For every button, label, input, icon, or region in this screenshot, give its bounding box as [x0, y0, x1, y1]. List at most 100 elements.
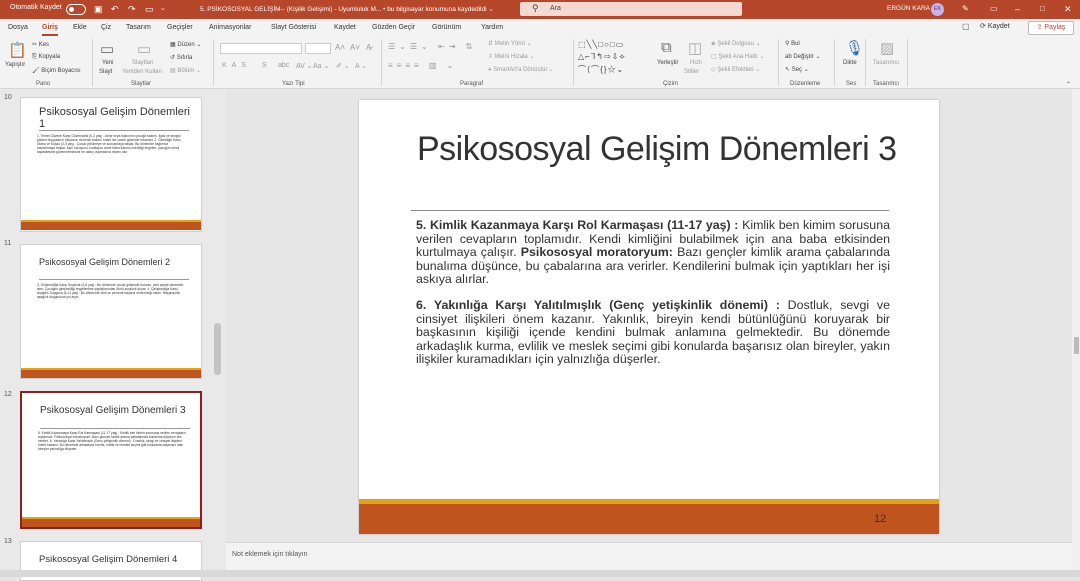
arrange-label[interactable]: Yerleştir: [657, 60, 678, 66]
ribbon-display-icon[interactable]: ▭: [990, 4, 998, 14]
copy-label: Kopyala: [38, 54, 61, 60]
shape-outline-button[interactable]: ▢ Şekil Ana Hattı ⌄: [711, 53, 764, 60]
slide-thumbnail-12[interactable]: Psikososyal Gelişim Dönemleri 3 5. Kimli…: [20, 391, 202, 529]
quick-styles-label-2[interactable]: Stiller: [684, 69, 699, 75]
align-text-button[interactable]: ⇳ Metni Hizala ⌄: [488, 53, 534, 60]
section-button[interactable]: ▤ Bölüm ⌄: [170, 67, 201, 74]
designer-icon[interactable]: ▨: [880, 39, 894, 57]
layout-button[interactable]: ▦ Düzen ⌄: [170, 41, 201, 48]
font-color-icon[interactable]: A ⌄: [355, 62, 367, 70]
tab-draw[interactable]: Çiz: [101, 24, 111, 31]
redo-icon[interactable]: ↷: [128, 4, 136, 14]
paragraph-intimacy[interactable]: 6. Yakınlığa Karşı Yalıtılmışlık (Genç y…: [416, 298, 890, 367]
shape-outline-label: Şekil Ana Hattı: [718, 54, 758, 60]
tab-animations[interactable]: Animasyonlar: [209, 24, 251, 31]
search-box[interactable]: ⚲ Ara: [520, 2, 742, 16]
quick-styles-label-1[interactable]: Hızlı: [690, 60, 702, 66]
customize-toolbar-icon[interactable]: ⌄: [160, 4, 166, 14]
cut-button[interactable]: ✂ Kes: [32, 41, 49, 48]
paragraph-identity[interactable]: 5. Kimlik Kazanmaya Karşı Rol Karmaşası …: [416, 218, 890, 287]
shapes-gallery-row1[interactable]: ⬚╲╲□○□▭: [578, 40, 624, 49]
pen-icon[interactable]: ✎: [962, 4, 969, 14]
maximize-icon[interactable]: □: [1040, 4, 1045, 14]
comments-icon[interactable]: ▢: [962, 22, 970, 32]
tab-record[interactable]: Kaydet: [334, 24, 356, 31]
thumbnail-divider: [39, 130, 189, 131]
align-icons[interactable]: ≡≡≡≡ ▥ ⌄: [388, 61, 457, 70]
reuse-slides-icon[interactable]: ▭: [137, 40, 151, 58]
new-slide-icon[interactable]: ▭: [100, 40, 114, 58]
replace-button[interactable]: ab Değiştir ⌄: [785, 53, 820, 60]
autosave-toggle[interactable]: [66, 4, 86, 15]
status-bar: [0, 570, 1080, 577]
layout-label: Düzen: [177, 42, 195, 48]
shape-fill-button[interactable]: ◈ Şekil Dolgusu ⌄: [711, 40, 761, 47]
editor-scrollbar-thumb[interactable]: [1074, 337, 1079, 354]
tab-view[interactable]: Görünüm: [432, 24, 461, 31]
slide-number: 11: [4, 240, 12, 247]
thumbnail-scrollbar[interactable]: [214, 323, 221, 375]
strikethrough-icon[interactable]: abc: [278, 62, 289, 69]
tab-review[interactable]: Gözden Geçir: [372, 24, 415, 31]
user-name[interactable]: ERGÜN KARA: [887, 5, 930, 12]
designer-label[interactable]: Tasarımcı: [873, 60, 899, 66]
smartart-button[interactable]: ⚹ SmartArt'a Dönüştür ⌄: [488, 67, 552, 74]
tab-transitions[interactable]: Geçişler: [167, 24, 193, 31]
close-icon[interactable]: ✕: [1064, 4, 1072, 14]
paste-icon[interactable]: 📋: [8, 41, 27, 59]
char-spacing-icon[interactable]: AV ⌄: [296, 62, 313, 70]
slideshow-icon[interactable]: ▭: [145, 4, 154, 14]
thumbnail-body: 1. Temel Güvene Karşı Güvensizlik (0-2 y…: [37, 134, 181, 155]
quick-styles-icon[interactable]: ◫: [688, 39, 702, 57]
reset-button[interactable]: ↺ Sıfırla: [170, 54, 192, 61]
tab-insert[interactable]: Ekle: [73, 24, 87, 31]
save-button[interactable]: ⟳ Kaydet: [980, 22, 1010, 30]
font-style-icons[interactable]: KAS: [222, 62, 251, 69]
notes-pane[interactable]: Not eklemek için tıklayın: [226, 542, 1072, 570]
new-slide-label-2[interactable]: Slayt: [99, 69, 112, 75]
thumbnail-divider: [39, 279, 189, 280]
change-case-icon[interactable]: Aa ⌄: [313, 62, 329, 70]
copy-button[interactable]: ⎘ Kopyala: [32, 54, 60, 61]
arrange-icon[interactable]: ⧉: [661, 39, 672, 56]
undo-icon[interactable]: ↶: [111, 4, 119, 14]
font-size-box[interactable]: [305, 43, 331, 54]
collapse-ribbon-icon[interactable]: ⌃: [1066, 81, 1071, 88]
slide-thumbnail-10[interactable]: Psikososyal Gelişim Dönemleri 1 1. Temel…: [20, 97, 202, 232]
tab-home[interactable]: Giriş: [42, 24, 58, 36]
slide-canvas[interactable]: Psikososyal Gelişim Dönemleri 3 5. Kimli…: [359, 100, 939, 534]
font-name-box[interactable]: [220, 43, 302, 54]
editor-scrollbar[interactable]: [1072, 89, 1080, 570]
shadow-icon[interactable]: S: [262, 62, 267, 69]
increase-font-icon[interactable]: A˄: [335, 43, 345, 52]
slide-title[interactable]: Psikososyal Gelişim Dönemleri 3: [417, 130, 907, 168]
text-direction-button[interactable]: ⇵ Metin Yönü ⌄: [488, 40, 532, 47]
document-title[interactable]: 5. PSİKOSOSYAL GELİŞİM-- (Kişilik Gelişi…: [200, 5, 494, 13]
dictate-label[interactable]: Dikte: [843, 60, 857, 66]
list-icons[interactable]: ☰⌄☰⌄ ⇤⇥ ⇅: [388, 42, 476, 51]
share-button[interactable]: ⇪ Paylaş: [1028, 21, 1074, 35]
shape-effects-button[interactable]: ◇ Şekil Efektleri ⌄: [711, 66, 760, 73]
shapes-gallery-row3[interactable]: ⌒⟨⌒{}☆⌄: [578, 64, 624, 75]
save-icon[interactable]: ▣: [94, 4, 103, 14]
highlight-icon[interactable]: ✐ ⌄: [336, 62, 350, 70]
minimize-icon[interactable]: –: [1015, 4, 1020, 14]
reuse-slides-label-1[interactable]: Slaytları: [132, 60, 154, 66]
decrease-font-icon[interactable]: A˅: [350, 43, 360, 52]
paste-label[interactable]: Yapıştır: [5, 62, 25, 68]
avatar[interactable]: EK: [931, 3, 944, 16]
find-button[interactable]: ⚲ Bul: [785, 40, 800, 47]
tab-design[interactable]: Tasarım: [126, 24, 151, 31]
shapes-gallery-row2[interactable]: △⌐⅂↰⇨⇩⟡: [578, 52, 626, 62]
slide-thumbnail-11[interactable]: Psikososyal Gelişim Dönemleri 2 3. Giriş…: [20, 244, 202, 379]
tab-slideshow[interactable]: Slayt Gösterisi: [271, 24, 316, 31]
tab-help[interactable]: Yardım: [481, 24, 503, 31]
reuse-slides-label-2[interactable]: Yeniden Kullan: [122, 69, 162, 75]
select-button[interactable]: ↖ Seç ⌄: [785, 66, 809, 73]
microphone-icon[interactable]: 🎙: [845, 39, 864, 57]
tab-file[interactable]: Dosya: [8, 24, 28, 31]
new-slide-label-1[interactable]: Yeni: [102, 60, 113, 66]
thumbnail-divider: [40, 428, 190, 429]
format-painter-button[interactable]: 🖌 Biçim Boyacısı: [32, 67, 81, 74]
clear-format-icon[interactable]: A̷: [366, 43, 371, 52]
